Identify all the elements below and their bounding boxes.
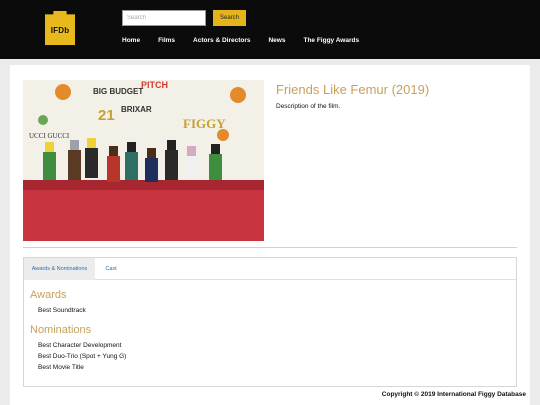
tab-bar: Awards & Nominations Cast (24, 258, 516, 280)
tab-cast[interactable]: Cast (95, 258, 127, 280)
nomination-item: Best Duo-Trio (Spot + Yung G) (38, 353, 127, 360)
movie-title: Friends Like Femur (2019) (276, 82, 430, 97)
section-divider (23, 247, 517, 248)
backdrop-ucci-gucci: UCCI GUCCI (29, 132, 70, 140)
lego-cast-photo-image: BIG BUDGET PITCH BRIXAR FIGGY UCCI GUCCI… (23, 80, 264, 241)
backdrop-21: 21 (98, 107, 115, 124)
main-nav: Home Films Actors & Directors News The F… (122, 37, 377, 44)
nav-actors-directors[interactable]: Actors & Directors (193, 37, 250, 44)
nav-films[interactable]: Films (158, 37, 175, 44)
search-button[interactable]: Search (213, 10, 246, 26)
tab-awards-nominations[interactable]: Awards & Nominations (24, 258, 95, 280)
backdrop-big-budget: BIG BUDGET (93, 87, 143, 96)
movie-description: Description of the film. (276, 103, 341, 110)
copyright-footer: Copyright © 2019 International Figgy Dat… (381, 391, 526, 398)
tabs-panel: Awards & Nominations Cast (23, 257, 517, 387)
backdrop-figgy: FIGGY (183, 116, 226, 131)
logo-text: IFDb (50, 25, 70, 35)
nav-figgy-awards[interactable]: The Figgy Awards (303, 37, 359, 44)
nominations-heading: Nominations (30, 324, 92, 336)
backdrop-pitch: PITCH (141, 80, 168, 90)
movie-photo: BIG BUDGET PITCH BRIXAR FIGGY UCCI GUCCI… (23, 80, 264, 241)
search-input[interactable] (122, 10, 206, 26)
nav-home[interactable]: Home (122, 37, 140, 44)
backdrop-brixar: BRIXAR (121, 105, 152, 114)
awards-heading: Awards (30, 289, 67, 301)
nomination-item: Best Movie Title (38, 364, 84, 371)
ifdb-logo[interactable]: IFDb (45, 11, 75, 45)
nav-news[interactable]: News (268, 37, 285, 44)
nomination-item: Best Character Development (38, 342, 122, 349)
award-item: Best Soundtrack (38, 307, 86, 314)
site-header: IFDb Search Home Films Actors & Director… (0, 0, 540, 59)
